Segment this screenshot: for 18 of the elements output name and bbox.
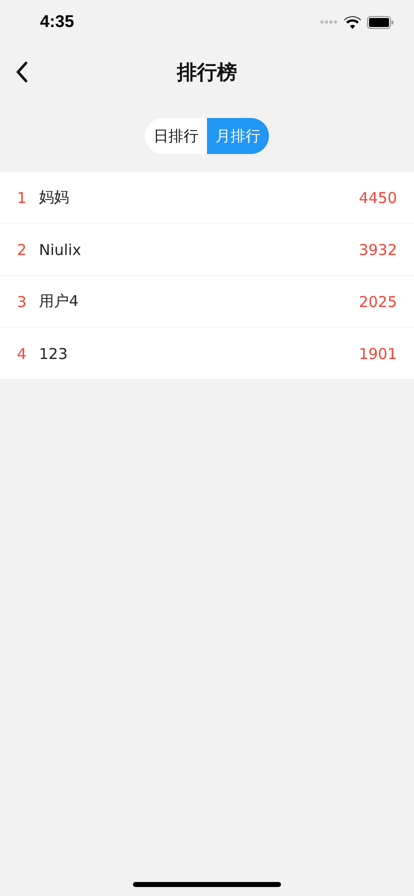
- back-icon: [14, 60, 30, 84]
- user-name: 123: [39, 344, 69, 362]
- score: 1901: [358, 344, 397, 362]
- rank-number: 3: [17, 292, 28, 310]
- user-name: 妈妈: [39, 188, 70, 207]
- rank-number: 2: [17, 240, 28, 258]
- score: 2025: [358, 292, 397, 310]
- user-name: 用户4: [39, 292, 80, 311]
- page-title: 排行榜: [177, 58, 237, 86]
- battery-icon: [367, 16, 394, 28]
- status-time: 4:35: [40, 12, 76, 32]
- signal-icon: [320, 20, 338, 24]
- wifi-icon: [344, 16, 361, 28]
- rank-number: 1: [17, 188, 28, 206]
- score: 4450: [358, 188, 397, 206]
- rank-number: 4: [17, 344, 28, 362]
- score: 3932: [358, 240, 397, 258]
- user-name: Niulix: [39, 240, 82, 258]
